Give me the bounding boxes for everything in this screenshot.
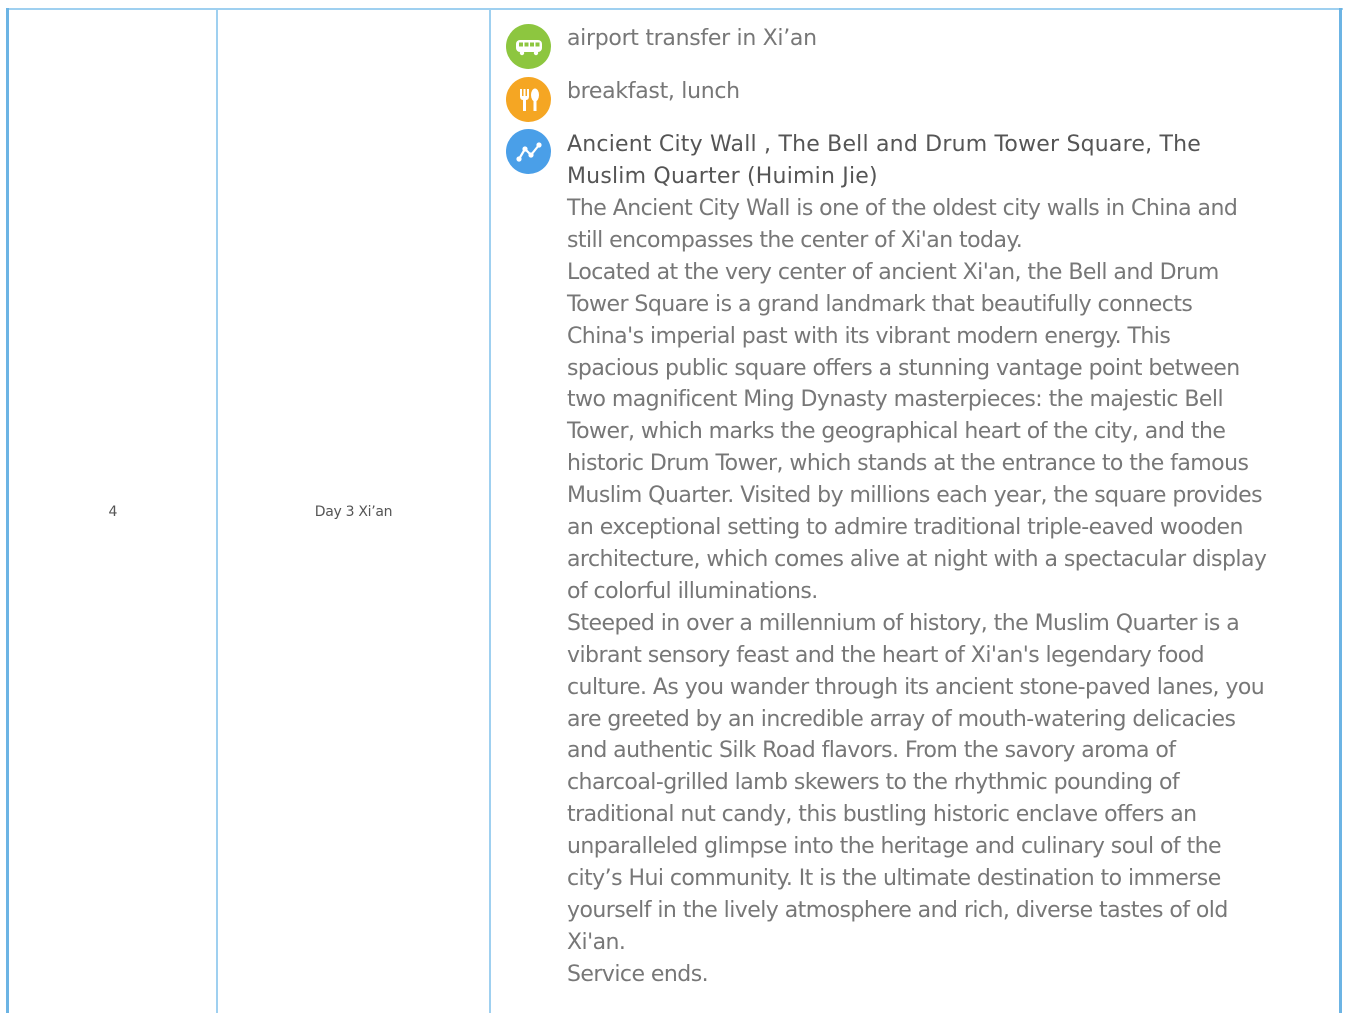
transfer-text: airport transfer in Xi’an (567, 26, 817, 51)
itinerary-table: 4 Day 3 Xi’an airport transfer in Xi’an … (0, 0, 1347, 1013)
attractions-title: Ancient City Wall , The Bell and Drum To… (567, 132, 1202, 189)
meals-text: breakfast, lunch (567, 79, 740, 104)
column-divider-2 (489, 8, 491, 1013)
table-left-border (6, 8, 9, 1013)
route-icon (506, 129, 551, 174)
attractions-description: The Ancient City Wall is one of the olde… (567, 193, 1267, 991)
day-title-cell: Day 3 Xi’an (314, 503, 393, 520)
service-ends-text: Service ends. (567, 961, 709, 987)
description-paragraph: Located at the very center of ancient Xi… (567, 259, 1267, 604)
description-paragraph: Steeped in over a millennium of history,… (567, 610, 1265, 955)
description-paragraph: The Ancient City Wall is one of the olde… (567, 196, 1238, 253)
day-number-cell: 4 (108, 503, 118, 520)
table-right-border (1339, 8, 1342, 1013)
bus-icon (506, 24, 551, 69)
fork-knife-icon (506, 77, 551, 122)
